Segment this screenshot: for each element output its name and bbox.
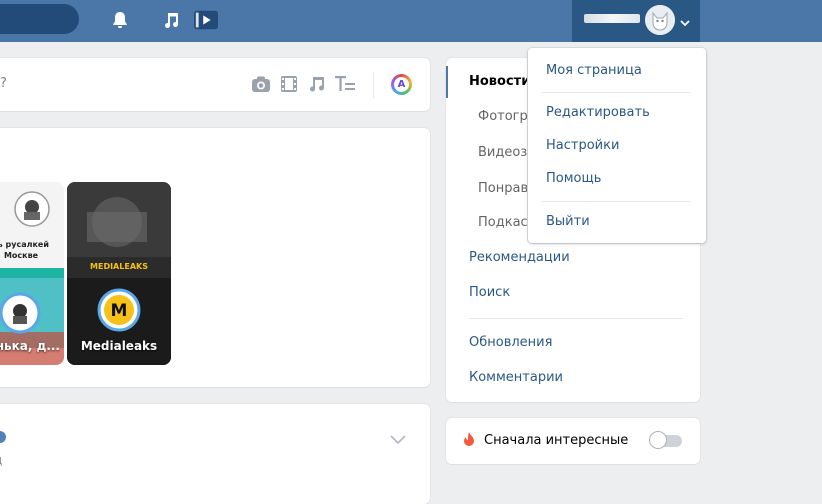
- music-icon[interactable]: [159, 8, 183, 32]
- chevron-down-icon[interactable]: [390, 434, 406, 449]
- verified-icon: [0, 431, 6, 443]
- divider: [542, 92, 690, 93]
- avatar: [645, 5, 675, 35]
- divider: [373, 72, 374, 98]
- text-icon[interactable]: [335, 75, 356, 97]
- user-name: [584, 14, 640, 23]
- top-header: [0, 0, 822, 42]
- menu-item-logout[interactable]: Выйти: [546, 214, 590, 229]
- nav-item-recommendations[interactable]: Рекомендации: [469, 250, 570, 265]
- search-input[interactable]: [0, 4, 79, 34]
- stories-block: ть русалкейМоскве нька, д... M MEDIALEAK…: [0, 128, 430, 387]
- video-icon[interactable]: [194, 8, 218, 32]
- film-icon[interactable]: [281, 75, 297, 97]
- active-indicator: [446, 66, 448, 98]
- nav-item-updates[interactable]: Обновления: [469, 335, 552, 350]
- menu-item-settings[interactable]: Настройки: [546, 138, 619, 153]
- nav-item-podcasts[interactable]: Подкас: [478, 215, 528, 230]
- camera-icon[interactable]: [251, 75, 271, 97]
- story-title: ть русалкейМоскве: [0, 240, 49, 260]
- music-note-icon[interactable]: [308, 75, 325, 97]
- fire-icon: [463, 432, 475, 451]
- nav-item-videos[interactable]: Видеоз: [478, 145, 527, 160]
- story-logo: MEDIALEAKS: [90, 262, 148, 271]
- story-card[interactable]: M MEDIALEAKS Medialeaks: [67, 182, 171, 365]
- post-placeholder[interactable]: ?: [0, 76, 7, 91]
- nav-item-news[interactable]: Новости: [469, 74, 530, 89]
- feed-post: д: [0, 404, 430, 504]
- interesting-toggle[interactable]: [650, 432, 682, 448]
- nav-item-liked[interactable]: Понрав: [478, 181, 528, 196]
- divider: [469, 318, 683, 319]
- story-name: нька, д...: [0, 339, 60, 353]
- interesting-label: Сначала интересные: [484, 433, 629, 448]
- post-composer[interactable]: ? A: [0, 58, 430, 111]
- story-card[interactable]: ть русалкейМоскве нька, д...: [0, 182, 64, 365]
- chevron-down-icon: [680, 16, 690, 31]
- menu-item-help[interactable]: Помощь: [546, 171, 601, 186]
- nav-item-comments[interactable]: Комментарии: [469, 370, 563, 385]
- nav-item-search[interactable]: Поиск: [469, 285, 510, 300]
- bell-icon[interactable]: [108, 8, 132, 32]
- color-letter: A: [394, 77, 409, 92]
- post-date: д: [0, 453, 2, 467]
- post-color-button[interactable]: A: [391, 74, 412, 95]
- story-name: Medialeaks: [80, 339, 158, 353]
- user-menu-button[interactable]: [572, 0, 700, 42]
- menu-item-my-page[interactable]: Моя страница: [546, 63, 642, 78]
- divider: [542, 201, 690, 202]
- user-dropdown-menu: Моя страница Редактировать Настройки Пом…: [528, 48, 706, 243]
- svg-text:M: M: [111, 301, 128, 321]
- interesting-first-setting: Сначала интересные: [446, 418, 700, 464]
- toggle-knob: [650, 432, 666, 448]
- menu-item-edit[interactable]: Редактировать: [546, 105, 650, 120]
